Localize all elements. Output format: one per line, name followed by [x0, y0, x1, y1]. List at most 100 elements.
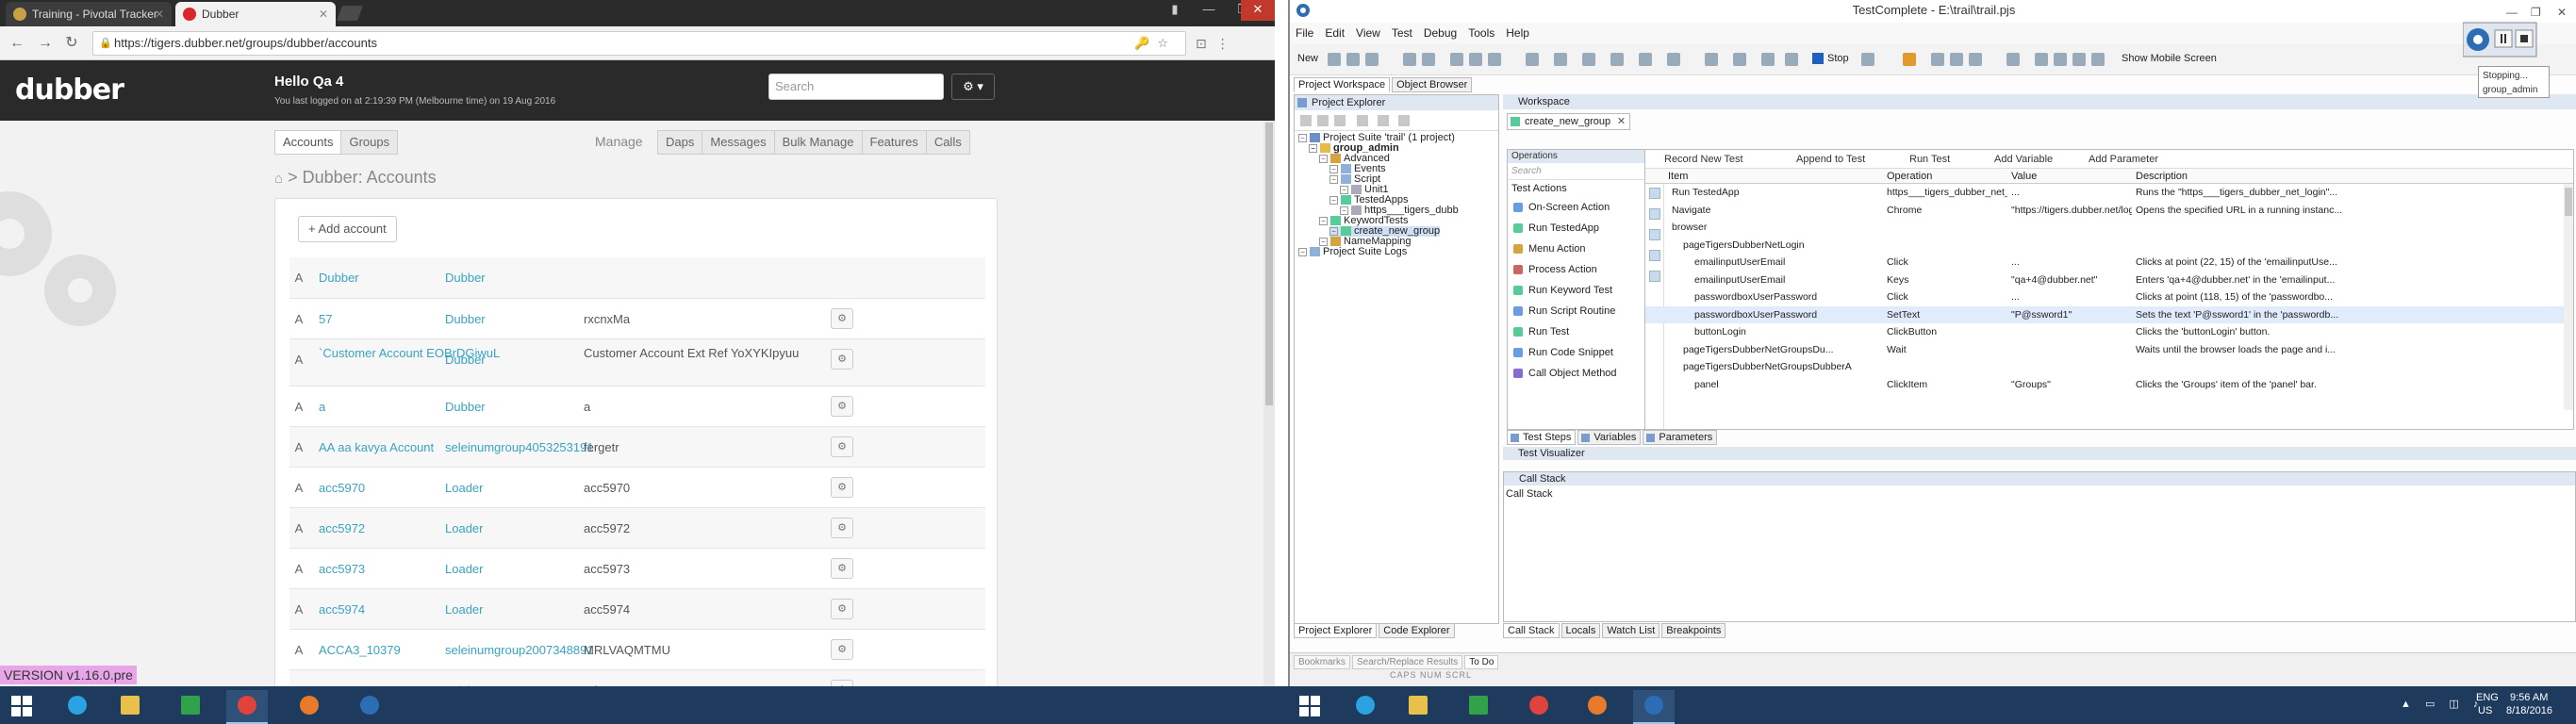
url-field[interactable]: 🔒 https://tigers.dubber.net/groups/dubbe… [92, 31, 1186, 56]
operation-item[interactable]: Run Keyword Test [1508, 280, 1647, 301]
column-operation[interactable]: Operation [1887, 169, 1932, 184]
close-tab-icon[interactable]: ✕ [319, 2, 328, 26]
tab-parameters[interactable]: Parameters [1643, 430, 1718, 445]
tab-variables[interactable]: Variables [1577, 430, 1642, 445]
table-row[interactable]: emailinputUserEmail Click... Clicks at poi… [1645, 254, 2573, 272]
menu-view[interactable]: View [1356, 23, 1380, 43]
stop-icon[interactable] [1812, 53, 1824, 64]
tree-tool-icon[interactable] [1378, 115, 1389, 126]
chrome-icon[interactable] [1518, 690, 1560, 724]
tree-expander-icon[interactable]: − [1309, 143, 1317, 153]
search-input[interactable]: Search [768, 74, 944, 100]
tab-pivotal-tracker[interactable]: Training - Pivotal Tracker ✕ [6, 2, 172, 26]
row-settings-gear-icon[interactable]: ⚙ [831, 477, 853, 498]
redo-icon[interactable] [1422, 53, 1435, 66]
reload-icon[interactable]: ↻ [62, 34, 81, 53]
operation-item[interactable]: Run Script Routine [1508, 301, 1647, 321]
tab-locals[interactable]: Locals [1560, 623, 1601, 638]
operation-item[interactable]: Run TestedApp [1508, 218, 1647, 239]
show-mobile-screen-button[interactable]: Show Mobile Screen [2122, 53, 2217, 64]
language-indicator[interactable]: ENG [2476, 692, 2499, 703]
back-icon[interactable]: ← [8, 34, 26, 53]
ie-icon[interactable] [57, 690, 98, 724]
settings-dropdown-button[interactable]: ⚙ ▾ [951, 74, 995, 100]
tab-call-stack[interactable]: Call Stack [1503, 623, 1560, 638]
tree-expander-icon[interactable]: − [1298, 247, 1307, 256]
window3-icon[interactable] [2054, 53, 2067, 66]
grid-toolbar-button[interactable]: Append to Test [1796, 150, 1865, 169]
scrollbar-thumb[interactable] [2565, 188, 2572, 216]
test-visualizer-header[interactable]: Test Visualizer [1503, 447, 2576, 460]
tab-object-browser[interactable]: Object Browser [1392, 77, 1473, 92]
extension-icons[interactable]: ⊡⋮ [1196, 36, 1239, 52]
tab-code-explorer[interactable]: Code Explorer [1379, 623, 1455, 638]
step-icon[interactable] [1639, 53, 1652, 66]
firefox-icon[interactable] [289, 690, 330, 724]
tray-icons[interactable]: ▲ ▭ ◫ ♪ [2401, 698, 2484, 710]
column-description[interactable]: Description [2136, 169, 2188, 184]
table-row[interactable]: panel ClickItem "Groups" Clicks the 'Groups… [1645, 376, 2573, 394]
chrome-icon[interactable] [226, 690, 268, 724]
scrollbar-thumb[interactable] [1265, 123, 1273, 405]
grid-toolbar-button[interactable]: Add Variable [1994, 150, 2053, 169]
table-row[interactable]: pageTigersDubberNetGroupsDu... Wait Waits … [1645, 341, 2573, 359]
panel-icon[interactable] [1903, 53, 1916, 66]
table-row[interactable]: browser [1645, 219, 2573, 237]
window-icon[interactable] [2006, 53, 2020, 66]
menu-edit[interactable]: Edit [1325, 23, 1345, 43]
operation-item[interactable]: Call Object Method [1508, 363, 1647, 384]
row-settings-gear-icon[interactable]: ⚙ [831, 599, 853, 619]
row-settings-gear-icon[interactable]: ⚙ [831, 396, 853, 417]
table-row[interactable]: pageTigersDubberNetGroupsDubberA [1645, 358, 2573, 376]
grid-scrollbar[interactable] [2564, 184, 2573, 410]
close-tab-icon[interactable]: ✕ [155, 2, 164, 26]
store-icon[interactable] [1458, 690, 1499, 724]
tree-expander-icon[interactable]: − [1319, 237, 1328, 246]
nav-accounts[interactable]: Accounts [274, 130, 342, 155]
testcomplete-icon[interactable] [349, 690, 390, 724]
nav-daps[interactable]: Daps [657, 130, 703, 155]
forward-icon[interactable]: → [36, 34, 55, 53]
tab-watch-list[interactable]: Watch List [1602, 623, 1660, 638]
layout2-icon[interactable] [1950, 53, 1963, 66]
tree-tool-icon[interactable] [1398, 115, 1410, 126]
tree-node[interactable]: − Project Suite Logs [1298, 247, 1407, 257]
copy-icon[interactable] [1469, 53, 1482, 66]
record-options-icon[interactable] [1861, 53, 1874, 66]
operation-item[interactable]: On-Screen Action [1508, 197, 1647, 218]
cut-icon[interactable] [1450, 53, 1463, 66]
row-settings-gear-icon[interactable]: ⚙ [831, 308, 853, 329]
layout3-icon[interactable] [1969, 53, 1982, 66]
tab-to-do[interactable]: To Do [1464, 655, 1499, 669]
stop-button[interactable]: Stop [1827, 53, 1849, 64]
table-row[interactable]: passwordboxUserPassword SetText "P@ssword1… [1645, 305, 2573, 323]
menu-debug[interactable]: Debug [1424, 23, 1457, 43]
tab-project-workspace[interactable]: Project Workspace [1294, 77, 1391, 92]
column-value[interactable]: Value [2011, 169, 2037, 184]
window2-icon[interactable] [2035, 53, 2048, 66]
tree-expander-icon[interactable]: − [1319, 154, 1328, 163]
nav-groups[interactable]: Groups [340, 130, 399, 155]
operation-item[interactable]: Process Action [1508, 259, 1647, 280]
tree-expander-icon[interactable]: − [1340, 185, 1348, 194]
operation-item[interactable]: Run Code Snippet [1508, 342, 1647, 363]
save-icon[interactable] [1346, 53, 1360, 66]
tree-expander-icon[interactable]: − [1298, 133, 1307, 142]
row-settings-gear-icon[interactable]: ⚙ [831, 558, 853, 579]
operations-search-input[interactable]: Search [1508, 163, 1647, 180]
new-button[interactable]: New [1297, 53, 1318, 64]
nav-bulk-manage[interactable]: Bulk Manage [773, 130, 863, 155]
paste-icon[interactable] [1488, 53, 1501, 66]
nav-features[interactable]: Features [861, 130, 927, 155]
run-icon[interactable] [1582, 53, 1595, 66]
explorer-icon[interactable] [1397, 690, 1439, 724]
dubber-logo[interactable]: dubber [15, 74, 124, 107]
tree-tool-icon[interactable] [1300, 115, 1312, 126]
tab-dubber[interactable]: Dubber ✕ [175, 2, 336, 26]
window4-icon[interactable] [2072, 53, 2086, 66]
grid-toolbar-button[interactable]: Run Test [1909, 150, 1950, 169]
firefox-icon[interactable] [1577, 690, 1618, 724]
table-row[interactable]: pageTigersDubberNetLogin [1645, 237, 2573, 255]
table-row[interactable]: emailinputUserEmail Keys "qa+4@dubber.net"… [1645, 272, 2573, 289]
pause-icon[interactable] [1610, 53, 1624, 66]
